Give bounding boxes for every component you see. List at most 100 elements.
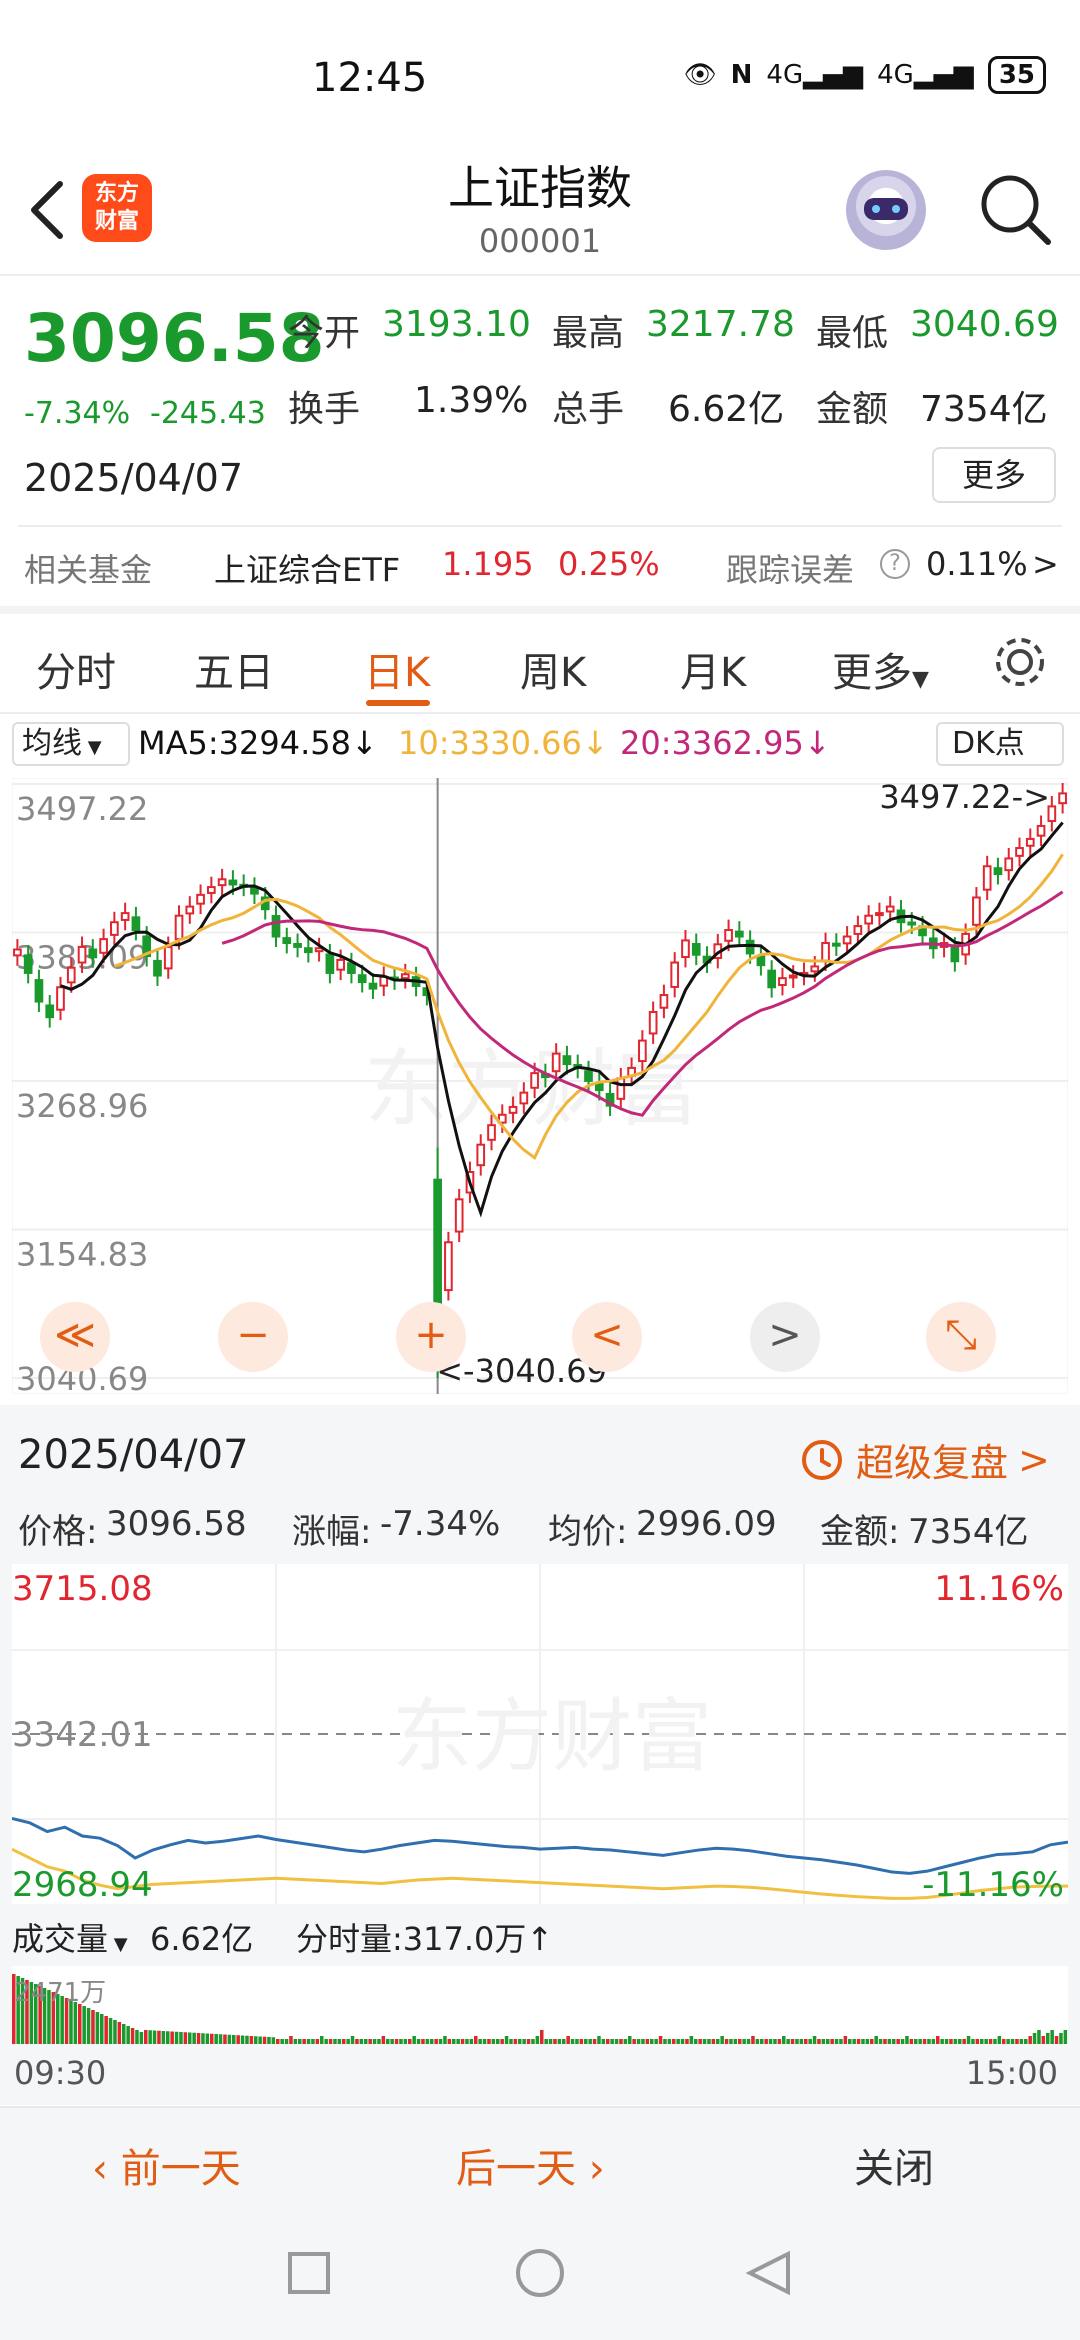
related-fund-label: 相关基金 xyxy=(24,551,153,589)
volume-bar xyxy=(839,2039,843,2044)
volume-bar xyxy=(188,2032,192,2044)
pan-right-button[interactable]: > xyxy=(750,1302,820,1372)
volume-bar xyxy=(883,2039,887,2044)
prev-day-button[interactable]: ‹ 前一天 xyxy=(92,2136,241,2194)
candlestick-chart[interactable]: 3497.223383.093268.963154.833040.69东方财富3… xyxy=(12,778,1068,1394)
volume-bar xyxy=(931,2039,936,2044)
help-icon[interactable]: ? xyxy=(880,549,910,579)
candle-body xyxy=(907,921,917,926)
volume-bar xyxy=(298,2039,302,2044)
pan-left-button[interactable]: < xyxy=(572,1302,642,1372)
volume-bar xyxy=(509,2039,513,2044)
volume-bar xyxy=(240,2035,245,2044)
tab-five-day[interactable]: 五日 xyxy=(194,640,274,698)
volume-bar xyxy=(302,2039,306,2044)
candle-body xyxy=(681,939,690,959)
volume-bar xyxy=(337,2039,342,2044)
next-day-button[interactable]: 后一天 › xyxy=(456,2136,605,2194)
dk-label: DK点 xyxy=(952,726,1025,761)
candle-body xyxy=(400,973,410,980)
more-button[interactable]: 更多 xyxy=(932,447,1056,503)
candle-body xyxy=(648,1010,658,1035)
candle-body xyxy=(950,946,960,963)
super-replay-label: 超级复盘 xyxy=(856,1441,1009,1485)
volume-bar xyxy=(553,2039,557,2044)
volume-bar xyxy=(469,2039,474,2044)
volume-bar xyxy=(1028,2036,1032,2044)
volume-bar xyxy=(513,2039,518,2044)
volume-bar xyxy=(958,2039,962,2044)
volume-bar xyxy=(900,2039,905,2044)
divider xyxy=(0,712,1080,714)
tab-more[interactable]: 更多▼ xyxy=(832,640,929,698)
volume-bar xyxy=(874,2036,878,2044)
tab-weekly-k[interactable]: 周K xyxy=(520,640,586,698)
candle-body xyxy=(691,942,701,956)
settings-button[interactable] xyxy=(990,632,1050,692)
candle-body xyxy=(228,879,238,886)
volume-bar xyxy=(144,2030,148,2044)
candle-body xyxy=(519,1091,529,1105)
volume-selector-label: 成交量 xyxy=(12,1920,109,1958)
volume-bar xyxy=(878,2039,883,2044)
volume-bar xyxy=(949,2039,953,2044)
volume-bar xyxy=(702,2039,707,2044)
candle-body xyxy=(303,947,313,954)
volume-bar xyxy=(953,2039,958,2044)
volume-bar xyxy=(1050,2030,1054,2044)
tab-intraday[interactable]: 分时 xyxy=(36,640,116,698)
volume-bar xyxy=(328,2039,333,2044)
volume-selector[interactable]: 成交量 ▼ xyxy=(12,1914,128,1960)
volume-bar xyxy=(95,2012,100,2044)
volume-bar xyxy=(412,2036,416,2044)
volume-bar xyxy=(258,2036,262,2044)
volume-bar xyxy=(650,2039,654,2044)
change-amount: -245.43 xyxy=(150,396,266,431)
volume-bar xyxy=(786,2039,790,2044)
volume-bar xyxy=(861,2039,865,2044)
volume-bar xyxy=(157,2030,161,2044)
candle-body xyxy=(347,962,356,974)
candle-body xyxy=(454,1198,464,1233)
search-button[interactable] xyxy=(976,170,1056,250)
zoom-out-button[interactable]: − xyxy=(218,1302,288,1372)
volume-bar xyxy=(1002,2039,1006,2044)
volume-bar xyxy=(126,2026,130,2044)
time-end: 15:00 xyxy=(965,2054,1058,2092)
intraday-chart[interactable]: 东方财富 3715.08 3342.01 2968.94 11.16% -11.16% xyxy=(12,1564,1068,1904)
fund-name[interactable]: 上证综合ETF xyxy=(214,545,400,591)
volume-bar xyxy=(870,2039,874,2044)
volume-bar xyxy=(658,2036,663,2044)
candle-body xyxy=(196,893,205,905)
volume-bar xyxy=(548,2039,553,2044)
candle-body xyxy=(444,1241,453,1292)
close-button[interactable]: 关闭 xyxy=(854,2136,934,2194)
volume-bar xyxy=(980,2039,984,2044)
candle-body xyxy=(336,958,345,971)
volume-bar xyxy=(918,2039,922,2044)
ma-selector[interactable]: 均线 ▼ xyxy=(12,722,130,766)
avg-value: 2996.09 xyxy=(636,1504,777,1544)
fullscreen-button[interactable]: ⤡ xyxy=(926,1302,996,1372)
zoom-in-button[interactable]: + xyxy=(396,1302,466,1372)
candle-body xyxy=(810,965,820,973)
volume-bar xyxy=(372,2039,377,2044)
volume-bar xyxy=(764,2039,768,2044)
volume-bar xyxy=(592,2039,597,2044)
volume-bar xyxy=(830,2039,834,2044)
volume-bar xyxy=(1032,2033,1037,2044)
volume-bar xyxy=(135,2030,139,2044)
price-label: 价格: xyxy=(18,1512,98,1552)
dk-point-button[interactable]: DK点 xyxy=(936,722,1064,766)
super-replay-button[interactable]: 超级复盘 > xyxy=(798,1432,1050,1487)
assistant-robot-icon[interactable] xyxy=(846,170,926,250)
candle-body xyxy=(368,982,378,990)
change-percent: -7.34% xyxy=(24,396,131,431)
candle-body xyxy=(1004,857,1014,872)
tab-monthly-k[interactable]: 月K xyxy=(680,640,746,698)
fund-arrow[interactable]: > xyxy=(1032,545,1059,583)
volume-bar xyxy=(676,2039,680,2044)
tab-daily-k[interactable]: 日K xyxy=(364,640,430,698)
zoom-out-all-button[interactable]: ≪ xyxy=(40,1302,110,1372)
volume-bar xyxy=(755,2039,760,2044)
